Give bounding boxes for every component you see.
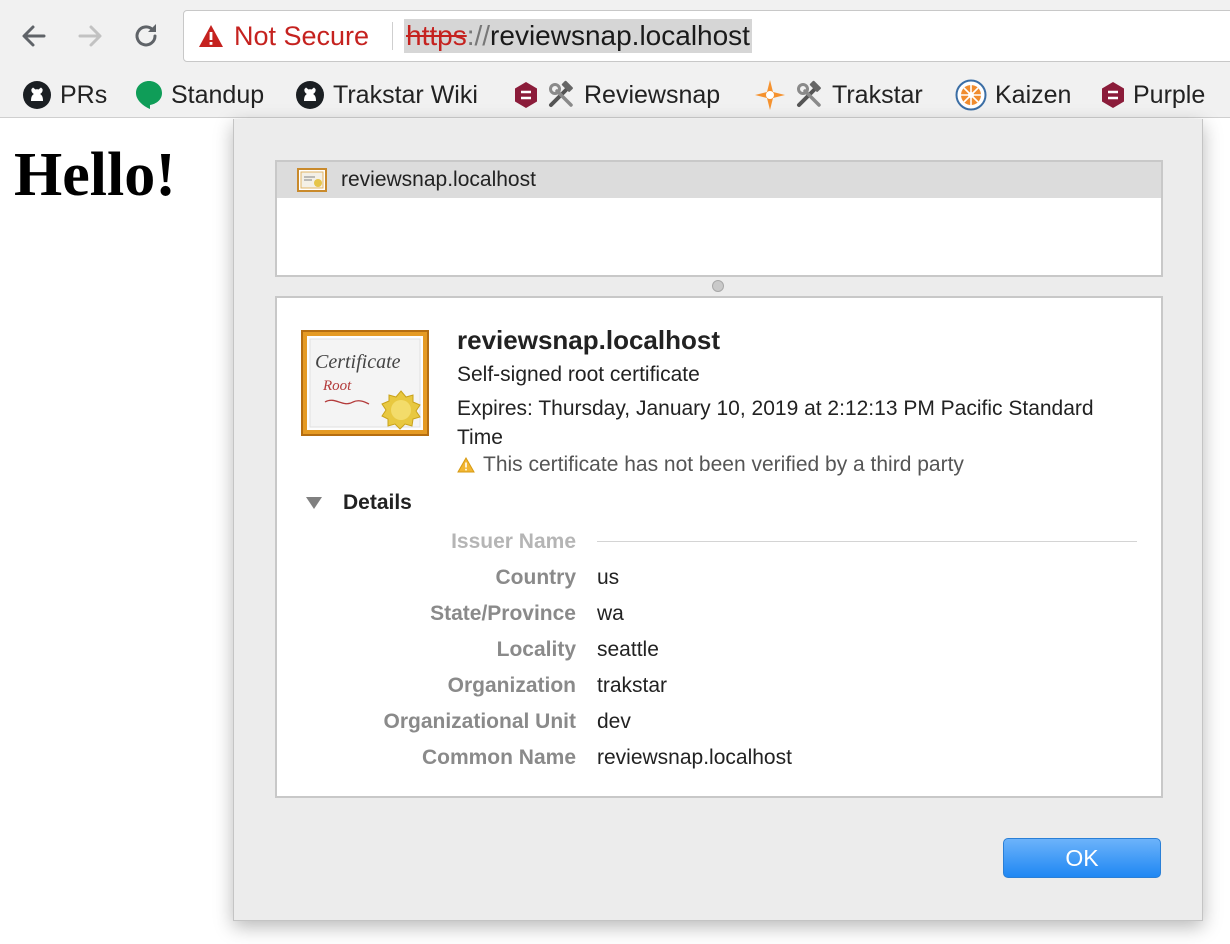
bookmark-label: Standup (171, 80, 265, 109)
bookmark-trakstar-wiki[interactable]: Trakstar Wiki (295, 76, 478, 114)
field-value-country: us (597, 566, 620, 589)
certificate-chain-item-label: reviewsnap.localhost (341, 168, 536, 191)
bookmark-prs[interactable]: PRs (22, 76, 107, 114)
section-divider (597, 541, 1137, 542)
security-status-text: Not Secure (234, 20, 370, 51)
page-heading: Hello! (14, 141, 176, 209)
bookmark-label: Purple (1133, 80, 1206, 109)
hammer-and-wrench-icon (794, 80, 824, 110)
bookmarks-bar: PRs Standup Trakstar Wiki Reviewsnap Tra… (0, 72, 1230, 118)
reload-icon (135, 24, 157, 47)
ok-button[interactable]: OK (1003, 838, 1161, 878)
certificate-trust-warning-text: This certificate has not been verified b… (483, 453, 964, 476)
certificate-icon-title: Certificate (315, 351, 401, 373)
github-icon (295, 80, 325, 110)
bookmark-label: Trakstar (832, 80, 923, 109)
field-value-organizational-unit: dev (597, 710, 631, 733)
field-label-common-name: Common Name (421, 746, 576, 769)
details-label: Details (343, 491, 412, 514)
bookmark-label: Reviewsnap (584, 80, 721, 109)
bookmark-reviewsnap[interactable]: Reviewsnap (514, 76, 720, 114)
arrow-right-icon (78, 25, 102, 47)
certificate-details-pane: Certificate Root reviewsnap.localhost Se… (275, 296, 1163, 798)
reload-button[interactable] (126, 16, 166, 56)
field-label-organizational-unit: Organizational Unit (383, 710, 576, 733)
hangouts-icon (135, 80, 163, 110)
arrow-left-icon (22, 25, 46, 47)
kaizen-icon (955, 79, 987, 111)
certificate-common-name: reviewsnap.localhost (457, 325, 720, 355)
url-host: reviewsnap.localhost (490, 20, 750, 51)
hexagon-icon (514, 81, 538, 109)
field-value-organization: trakstar (597, 674, 668, 697)
certificate-chain-item[interactable]: reviewsnap.localhost (277, 162, 1161, 198)
bookmark-label: Kaizen (995, 80, 1072, 109)
url-scheme: https (406, 20, 467, 51)
forward-button[interactable] (70, 16, 110, 56)
browser-toolbar: Not Secure https://reviewsnap.localhost (0, 0, 1230, 72)
warning-icon (457, 457, 475, 473)
bookmark-trakstar[interactable]: Trakstar (754, 76, 923, 114)
url-separator: :// (466, 20, 491, 51)
pane-splitter-handle[interactable] (712, 280, 724, 292)
hammer-and-wrench-icon (546, 80, 576, 110)
bookmark-purple[interactable]: Purple (1101, 76, 1205, 114)
certificate-icon-subtitle: Root (322, 378, 352, 394)
omnibox-divider (392, 22, 393, 50)
field-label-organization: Organization (447, 674, 576, 697)
sparkle-icon (754, 79, 786, 111)
certificate-trust-warning: This certificate has not been verified b… (457, 453, 964, 477)
bookmark-label: Trakstar Wiki (333, 80, 478, 109)
address-bar[interactable]: Not Secure https://reviewsnap.localhost (183, 10, 1230, 62)
field-value-common-name: reviewsnap.localhost (597, 746, 792, 769)
field-value-state: wa (597, 602, 624, 625)
disclosure-triangle-down-icon (306, 497, 322, 509)
details-disclosure[interactable]: Details (305, 491, 412, 515)
certificate-chain-list[interactable]: reviewsnap.localhost (275, 160, 1163, 277)
bookmark-standup[interactable]: Standup (135, 76, 264, 114)
field-label-locality: Locality (496, 638, 576, 661)
certificate-sheet: reviewsnap.localhost Certificate Root re… (233, 119, 1203, 921)
certificate-small-icon (297, 168, 327, 192)
security-indicator[interactable]: Not Secure (198, 11, 369, 61)
field-value-locality: seattle (597, 638, 659, 661)
field-label-state: State/Province (430, 602, 576, 625)
issuer-name-section-label: Issuer Name (451, 530, 576, 553)
hexagon-icon (1101, 81, 1125, 109)
certificate-expiration: Expires: Thursday, January 10, 2019 at 2… (457, 397, 1094, 449)
back-button[interactable] (14, 16, 54, 56)
github-icon (22, 80, 52, 110)
certificate-type: Self-signed root certificate (457, 363, 700, 386)
url-text[interactable]: https://reviewsnap.localhost (404, 19, 752, 53)
bookmark-kaizen[interactable]: Kaizen (955, 76, 1071, 114)
certificate-icon: Certificate Root (301, 330, 429, 441)
bookmark-label: PRs (60, 80, 108, 109)
field-label-country: Country (495, 566, 577, 589)
warning-triangle-icon (199, 25, 223, 47)
